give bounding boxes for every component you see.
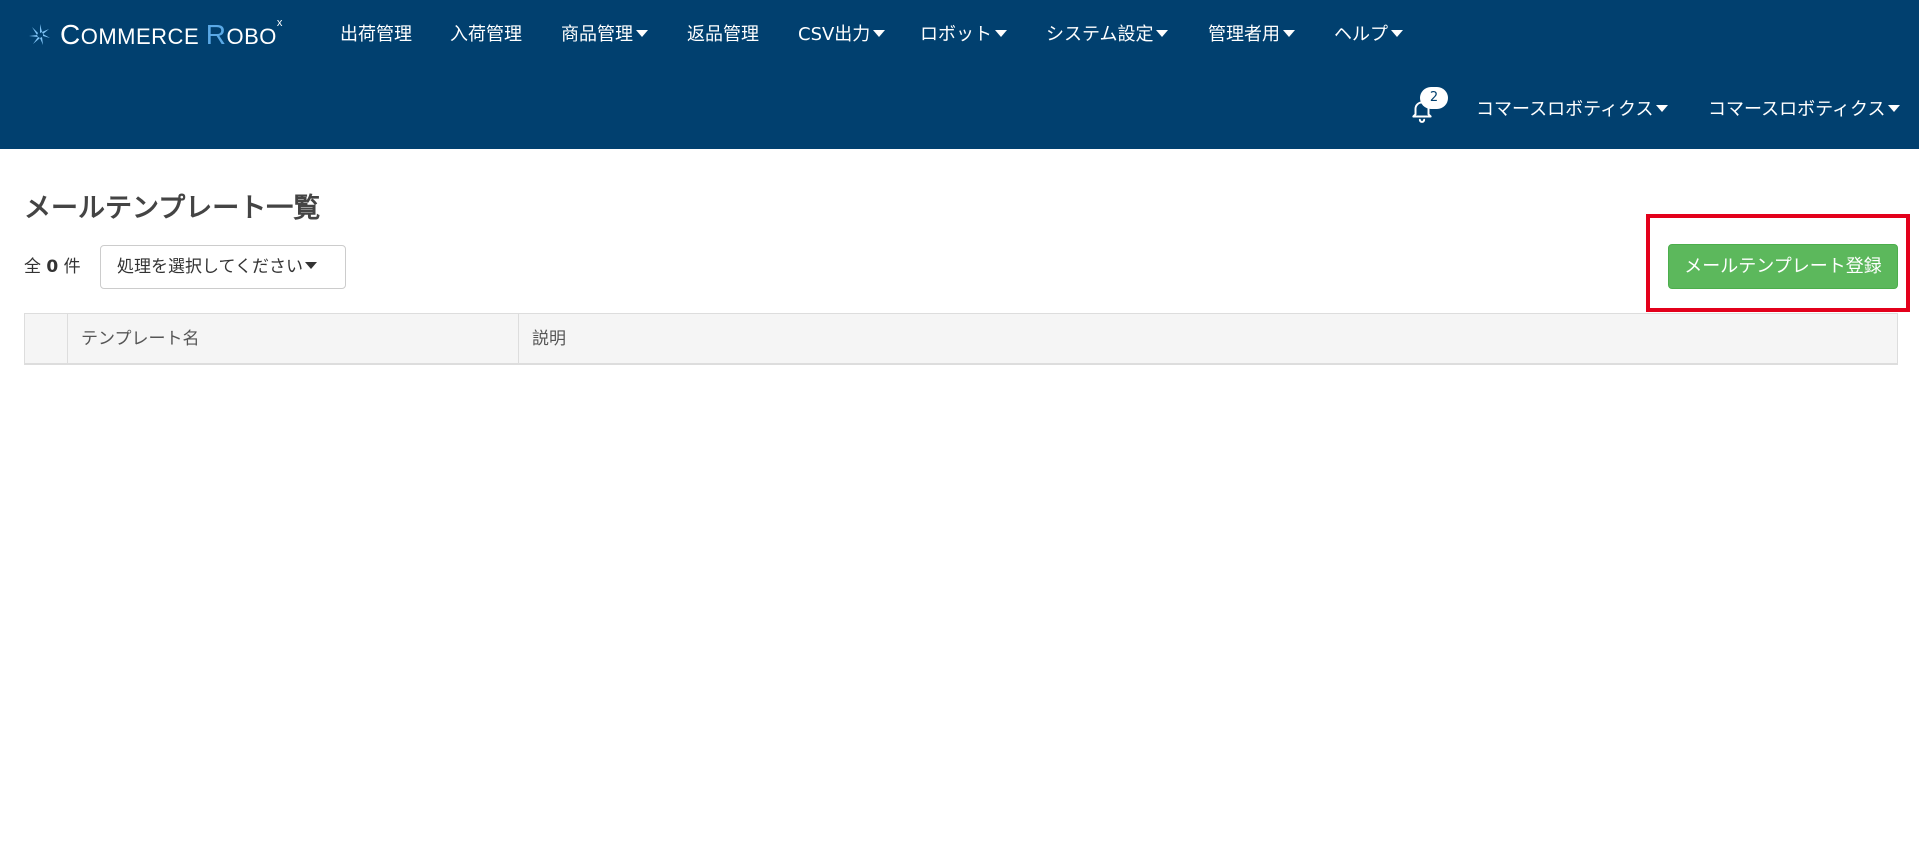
count-prefix: 全: [24, 257, 41, 277]
table-header-select: [25, 314, 68, 364]
nav-item-label: CSV出力: [798, 24, 871, 45]
logo-letter-c: C: [60, 19, 81, 50]
nav-item-label: 入荷管理: [450, 24, 522, 45]
caret-down-icon: [304, 261, 317, 269]
notification-count-badge[interactable]: 2: [1420, 87, 1448, 109]
user-menu[interactable]: コマースロボティクス: [1708, 95, 1901, 125]
caret-down-icon: [1656, 104, 1669, 112]
logo-wordmark: COMMERCE ROBOx: [60, 17, 283, 51]
bulk-action-placeholder: 処理を選択してください: [117, 257, 303, 277]
nav-item-robot[interactable]: ロボット: [920, 20, 1007, 50]
caret-down-icon: [873, 29, 886, 37]
bulk-action-dropdown[interactable]: 処理を選択してください: [100, 245, 346, 289]
commerce-robo-logo[interactable]: COMMERCE ROBOx: [28, 17, 283, 52]
nav-item-label: ロボット: [920, 24, 992, 45]
caret-down-icon: [1156, 29, 1169, 37]
user-menu-label: コマースロボティクス: [1708, 99, 1886, 120]
company-menu[interactable]: コマースロボティクス: [1476, 95, 1669, 125]
nav-item-receiving[interactable]: 入荷管理: [450, 20, 522, 50]
logo-superscript: x: [276, 17, 283, 29]
nav-item-csv-export[interactable]: CSV出力: [798, 20, 886, 50]
logo-mark-icon: [29, 24, 50, 45]
count-suffix: 件: [63, 257, 81, 277]
caret-down-icon: [1391, 29, 1403, 37]
nav-item-label: ヘルプ: [1334, 24, 1388, 45]
caret-down-icon: [1888, 104, 1901, 112]
caret-down-icon: [995, 29, 1007, 37]
nav-item-label: 出荷管理: [340, 24, 412, 45]
nav-item-label: システム設定: [1046, 24, 1154, 45]
nav-item-admin[interactable]: 管理者用: [1208, 20, 1295, 50]
register-mail-template-button[interactable]: メールテンプレート登録: [1668, 244, 1898, 289]
nav-item-label: 管理者用: [1208, 24, 1280, 45]
record-count: 全 0 件: [24, 255, 81, 279]
logo-letter-r: R: [205, 19, 227, 50]
count-value: 0: [46, 257, 59, 277]
nav-item-returns[interactable]: 返品管理: [687, 20, 759, 50]
caret-down-icon: [636, 29, 648, 37]
nav-item-label: 返品管理: [687, 24, 759, 45]
table-header-template-name[interactable]: テンプレート名: [68, 314, 519, 364]
nav-item-system-settings[interactable]: システム設定: [1046, 20, 1169, 50]
nav-item-label: 商品管理: [561, 24, 633, 45]
caret-down-icon: [1283, 29, 1295, 37]
top-navbar: COMMERCE ROBOx 出荷管理 入荷管理 商品管理 返品管理 CSV出力…: [0, 0, 1919, 149]
mail-template-table: テンプレート名 説明: [24, 313, 1898, 365]
page-title: メールテンプレート一覧: [24, 193, 321, 224]
logo-text-robo: OBO: [226, 24, 277, 49]
logo-text-commerce: OMMERCE: [80, 24, 206, 49]
nav-item-help[interactable]: ヘルプ: [1334, 20, 1403, 50]
nav-item-products[interactable]: 商品管理: [561, 20, 648, 50]
nav-item-shipping[interactable]: 出荷管理: [340, 20, 412, 50]
company-menu-label: コマースロボティクス: [1476, 99, 1654, 120]
table-header-description[interactable]: 説明: [519, 314, 1897, 364]
